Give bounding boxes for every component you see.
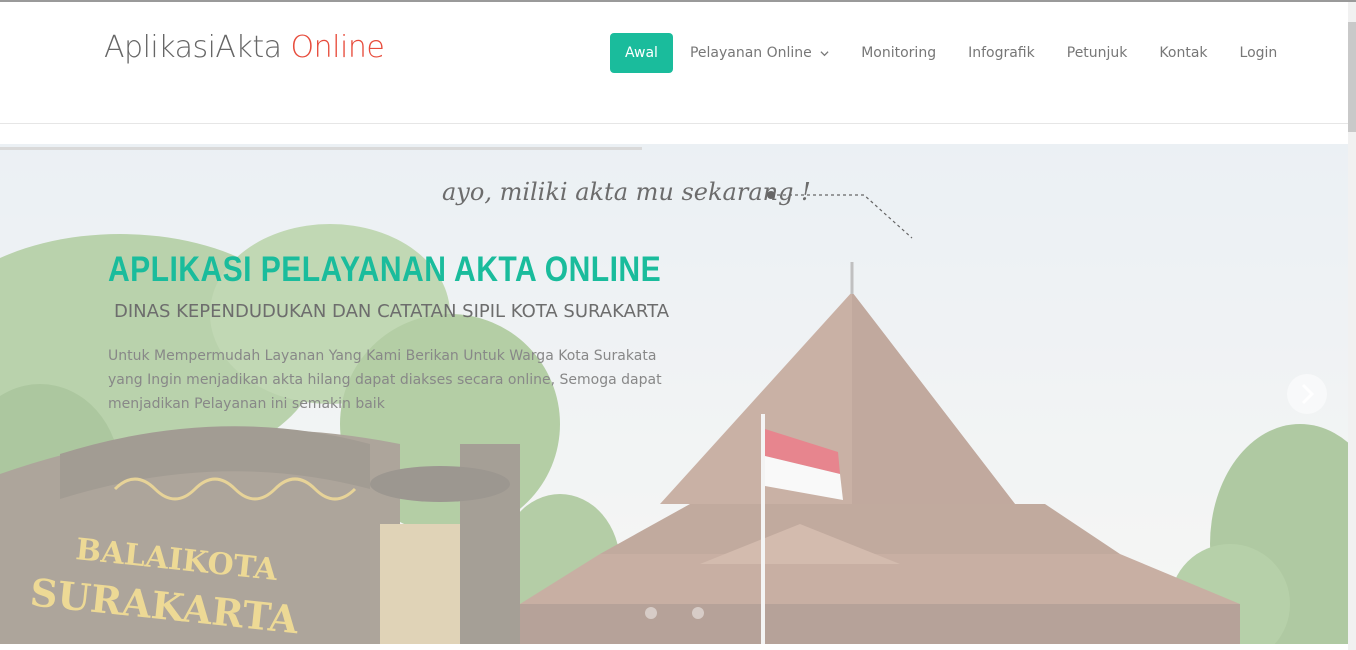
nav-login[interactable]: Login — [1224, 33, 1294, 73]
nav-kontak[interactable]: Kontak — [1143, 33, 1223, 73]
slider-dot-2[interactable] — [692, 607, 704, 619]
chevron-down-icon — [820, 50, 829, 56]
nav-awal[interactable]: Awal — [610, 33, 673, 73]
hero-description: Untuk Mempermudah Layanan Yang Kami Beri… — [108, 348, 662, 412]
tagline-connector — [767, 191, 913, 239]
nav-pelayanan-online-label: Pelayanan Online — [689, 45, 812, 61]
nav-monitoring[interactable]: Monitoring — [845, 33, 952, 73]
hero-subtitle: DINAS KEPENDUDUKAN DAN CATATAN SIPIL KOT… — [114, 301, 670, 322]
hero-tagline: ayo, miliki akta mu sekarang ! — [442, 178, 811, 206]
brand-name: AplikasiAkta — [104, 30, 282, 65]
brand-accent: Online — [290, 30, 385, 65]
chevron-right-icon — [1301, 383, 1315, 405]
slider-dot-1[interactable] — [645, 607, 657, 619]
navbar: AplikasiAkta Online Awal Pelayanan Onlin… — [0, 2, 1348, 124]
nav-petunjuk[interactable]: Petunjuk — [1051, 33, 1144, 73]
hero-top-shadow — [0, 147, 642, 150]
nav-pelayanan-online[interactable]: Pelayanan Online — [674, 33, 845, 73]
slider-next-button[interactable] — [1287, 374, 1327, 414]
brand-logo[interactable]: AplikasiAkta Online — [104, 30, 385, 65]
scrollbar-thumb[interactable] — [1348, 22, 1356, 132]
nav-infografik[interactable]: Infografik — [952, 33, 1051, 73]
hero-slider: BALAIKOTA SURAKARTA ayo, miliki akta mu … — [0, 144, 1348, 644]
hero-title: APLIKASI PELAYANAN AKTA ONLINE — [108, 250, 662, 289]
main-nav: Awal Pelayanan Online Monitoring Infogra… — [610, 33, 1293, 73]
page-scrollbar[interactable] — [1348, 2, 1356, 650]
